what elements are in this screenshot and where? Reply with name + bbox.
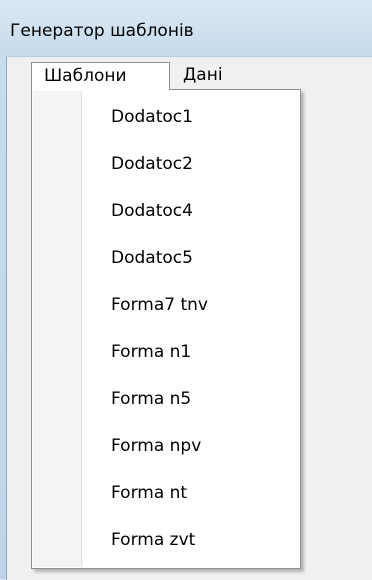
window-title: Генератор шаблонів bbox=[10, 21, 194, 41]
templates-dropdown-menu: Dodatoc1 Dodatoc2 Dodatoc4 Dodatoc5 Form… bbox=[31, 89, 301, 569]
menu-item-forma7-tnv[interactable]: Forma7 tnv bbox=[32, 282, 300, 329]
menu-item-forma-zvt[interactable]: Forma zvt bbox=[32, 517, 300, 564]
menu-item-dodatoc5[interactable]: Dodatoc5 bbox=[32, 235, 300, 282]
app-window: Генератор шаблонів Шаблони Дані Dodatoc1… bbox=[0, 0, 372, 580]
menu-templates[interactable]: Шаблони bbox=[31, 62, 170, 90]
title-bar[interactable]: Генератор шаблонів bbox=[0, 0, 372, 56]
menu-bar: Шаблони Дані bbox=[7, 57, 372, 90]
menu-item-dodatoc1[interactable]: Dodatoc1 bbox=[32, 94, 300, 141]
menu-item-forma-nt[interactable]: Forma nt bbox=[32, 470, 300, 517]
templates-list: Dodatoc1 Dodatoc2 Dodatoc4 Dodatoc5 Form… bbox=[32, 94, 300, 564]
menu-item-forma-n5[interactable]: Forma n5 bbox=[32, 376, 300, 423]
menu-item-dodatoc4[interactable]: Dodatoc4 bbox=[32, 188, 300, 235]
menu-item-dodatoc2[interactable]: Dodatoc2 bbox=[32, 141, 300, 188]
client-area: Шаблони Дані Dodatoc1 Dodatoc2 Dodatoc4 … bbox=[6, 56, 372, 580]
menu-item-forma-npv[interactable]: Forma npv bbox=[32, 423, 300, 470]
menu-data[interactable]: Дані bbox=[177, 62, 233, 90]
menu-item-forma-n1[interactable]: Forma n1 bbox=[32, 329, 300, 376]
